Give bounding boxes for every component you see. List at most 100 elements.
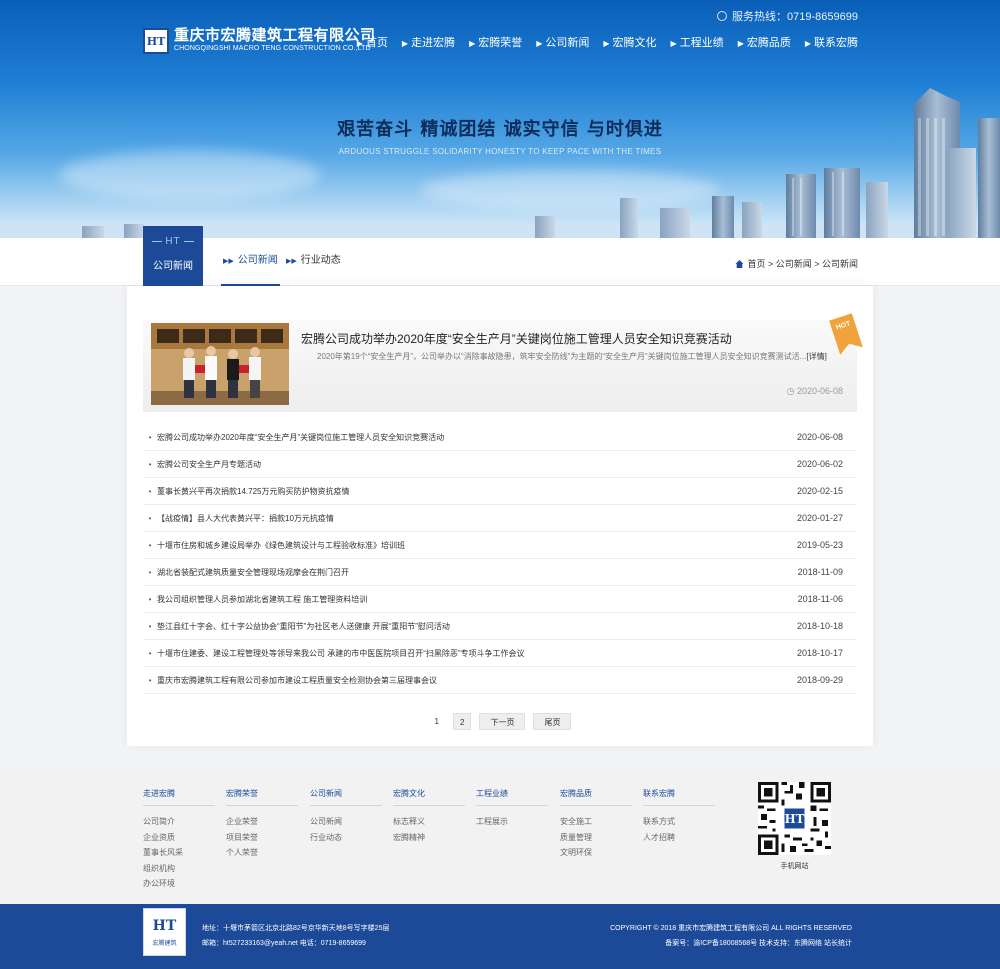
featured-news[interactable]: 宏腾公司成功举办2020年度“安全生产月”关键岗位施工管理人员安全知识竞赛活动 … [143, 320, 857, 412]
nav-quality[interactable]: ▶ 宏腾品质 [738, 34, 791, 50]
news-list-item[interactable]: • 董事长黄兴平再次捐款14.725万元购买防护物资抗疫情 2020-02-15 [143, 478, 857, 505]
news-list-item[interactable]: • 重庆市宏腾建筑工程有限公司参加市建设工程质量安全检测协会第三届理事会议 2018… [143, 667, 857, 694]
news-date: 2018-09-29 [796, 675, 843, 685]
next-page-button[interactable]: 下一页 [479, 713, 526, 730]
footer-logo-text: 宏腾建筑 [152, 941, 177, 947]
footer-link[interactable]: 质量管理 [560, 830, 632, 846]
footer-links: 走进宏腾 公司简介 企业资质 董事长风采 组织机构 办公环境 宏腾荣誉 企业荣誉… [0, 767, 1000, 904]
footer-link[interactable]: 人才招聘 [643, 830, 715, 846]
nav-contact[interactable]: ▶ 联系宏腾 [805, 34, 858, 50]
news-title[interactable]: 十堰市住房和城乡建设局举办《绿色建筑设计与工程验收标准》培训班 [157, 540, 787, 551]
footer-link[interactable]: 安全施工 [560, 814, 632, 830]
footer-link[interactable]: 办公环境 [143, 876, 215, 892]
main-nav: ▶ 首页 ▶ 走进宏腾 ▶ 宏腾荣誉 ▶ 公司新闻 ▶ 宏腾文化 ▶ 工程业绩 ▶ 宏腾品质 … [343, 34, 858, 50]
breadcrumb-text[interactable]: 首页 > 公司新闻 > 公司新闻 [747, 259, 858, 269]
news-title[interactable]: 重庆市宏腾建筑工程有限公司参加市建设工程质量安全检测协会第三届理事会议 [157, 675, 787, 686]
footer-column-title[interactable]: 宏腾文化 [393, 788, 465, 806]
summary-text: 2020年第19个“安全生产月”，公司举办以“消除事故隐患，筑牢安全防线”为主题… [317, 352, 807, 361]
nav-about[interactable]: ▶ 走进宏腾 [402, 34, 455, 50]
nav-label: 宏腾品质 [746, 37, 791, 49]
featured-news-title[interactable]: 宏腾公司成功举办2020年度“安全生产月”关键岗位施工管理人员安全知识竞赛活动 [301, 330, 732, 347]
news-list-item[interactable]: • 垫江县红十字会、红十字公益协会“重阳节”为社区老人送健康 开展“重阳节”慰问活… [143, 613, 857, 640]
footer-logo-mark: HT [152, 918, 177, 934]
news-list-item[interactable]: • 湖北省装配式建筑质量安全管理现场观摩会在荆门召开 2018-11-09 [143, 559, 857, 586]
news-title[interactable]: 宏腾公司安全生产月专题活动 [157, 459, 787, 470]
nav-projects[interactable]: ▶ 工程业绩 [671, 34, 724, 50]
home-icon [735, 260, 744, 268]
tab-company-news[interactable]: ▶▶ 公司新闻 [221, 238, 280, 286]
news-list-item[interactable]: • 十堰市住房和城乡建设局举办《绿色建筑设计与工程验收标准》培训班 2019-05-… [143, 532, 857, 559]
footer-link[interactable]: 董事长风采 [143, 845, 215, 861]
footer-link[interactable]: 个人荣誉 [226, 845, 298, 861]
nav-culture[interactable]: ▶ 宏腾文化 [603, 34, 656, 50]
arrow-right-icon: ▶ [737, 39, 744, 48]
arrow-right-icon: ▶ [356, 39, 363, 48]
last-page-button[interactable]: 尾页 [533, 713, 572, 730]
hot-badge: HOT [829, 313, 863, 355]
nav-label: 首页 [365, 37, 388, 49]
news-title[interactable]: 我公司组织管理人员参加湖北省建筑工程 施工管理资料培训 [157, 594, 787, 605]
footer-column-title[interactable]: 宏腾荣誉 [226, 788, 298, 806]
footer-link[interactable]: 公司新闻 [310, 814, 382, 830]
footer-icp[interactable]: 备案号：渝ICP备18008568号 技术支持：东腾网络 站长统计 [610, 936, 852, 951]
news-list-item[interactable]: • 我公司组织管理人员参加湖北省建筑工程 施工管理资料培训 2018-11-06 [143, 586, 857, 613]
news-date: 2020-06-08 [796, 432, 843, 442]
site-logo[interactable]: HT 重庆市宏腾建筑工程有限公司 CHONGQINGSHI MACRO TENG… [143, 27, 376, 55]
footer-column-title[interactable]: 公司新闻 [310, 788, 382, 806]
tab-industry-news[interactable]: ▶▶ 行业动态 [286, 238, 341, 286]
news-title[interactable]: 十堰市住建委、建设工程管理处等领导来我公司 承建的市中医医院项目召开“扫黑除恶”… [157, 648, 787, 659]
featured-news-photo[interactable] [151, 323, 289, 405]
footer-email-phone: 邮箱：ht527233163@yeah.net 电话：0719-8659699 [202, 940, 366, 947]
nav-label: 宏腾文化 [612, 37, 657, 49]
news-date: 2020-06-02 [796, 459, 843, 469]
footer-column-culture: 宏腾文化 标志释义 宏腾精神 [393, 788, 465, 845]
news-date: 2018-10-17 [796, 648, 843, 658]
footer-column-title[interactable]: 工程业绩 [476, 788, 548, 806]
footer-link[interactable]: 企业资质 [143, 830, 215, 846]
news-list-item[interactable]: • 宏腾公司成功举办2020年度“安全生产月”关键岗位施工管理人员安全知识竞赛活动… [143, 424, 857, 451]
news-date: 2020-02-15 [796, 486, 843, 496]
footer-column-title[interactable]: 走进宏腾 [143, 788, 215, 806]
footer-column-honors: 宏腾荣誉 企业荣誉 项目荣誉 个人荣誉 [226, 788, 298, 861]
nav-honors[interactable]: ▶ 宏腾荣誉 [469, 34, 522, 50]
news-list-item[interactable]: • 宏腾公司安全生产月专题活动 2020-06-02 [143, 451, 857, 478]
footer-link[interactable]: 企业荣誉 [226, 814, 298, 830]
group-photo-image [151, 323, 289, 405]
section-name: 公司新闻 [153, 261, 193, 272]
footer-column-title[interactable]: 宏腾品质 [560, 788, 632, 806]
footer-column-title[interactable]: 联系宏腾 [643, 788, 715, 806]
footer-link[interactable]: 联系方式 [643, 814, 715, 830]
news-list-item[interactable]: • 十堰市住建委、建设工程管理处等领导来我公司 承建的市中医医院项目召开“扫黑除恶… [143, 640, 857, 667]
double-arrow-icon: ▶▶ [286, 258, 297, 265]
news-title[interactable]: 垫江县红十字会、红十字公益协会“重阳节”为社区老人送健康 开展“重阳节”慰问活动 [157, 621, 787, 632]
footer-link[interactable]: 行业动态 [310, 830, 382, 846]
footer-link[interactable]: 文明环保 [560, 845, 632, 861]
footer-link[interactable]: 项目荣誉 [226, 830, 298, 846]
read-more-link[interactable]: [详情] [806, 352, 826, 361]
breadcrumb: 首页 > 公司新闻 > 公司新闻 [735, 257, 858, 270]
footer-link[interactable]: 宏腾精神 [393, 830, 465, 846]
news-title[interactable]: 【战疫情】县人大代表黄兴平：捐款10万元抗疫情 [157, 513, 787, 524]
news-list-item[interactable]: • 【战疫情】县人大代表黄兴平：捐款10万元抗疫情 2020-01-27 [143, 505, 857, 532]
page-2-button[interactable]: 2 [453, 713, 472, 730]
pagination: 1 2 下一页 尾页 [127, 713, 873, 730]
hotline-text: 服务热线：0719-8659699 [732, 11, 858, 23]
footer-link[interactable]: 公司简介 [143, 814, 215, 830]
qr-logo-text: HT [785, 812, 805, 826]
footer-column-about: 走进宏腾 公司简介 企业资质 董事长风采 组织机构 办公环境 [143, 788, 215, 892]
news-title[interactable]: 湖北省装配式建筑质量安全管理现场观摩会在荆门召开 [157, 567, 787, 578]
footer-column-projects: 工程业绩 工程展示 [476, 788, 548, 830]
footer-link[interactable]: 工程展示 [476, 814, 548, 830]
footer-link[interactable]: 组织机构 [143, 861, 215, 877]
bullet-icon: • [148, 486, 152, 496]
nav-home[interactable]: ▶ 首页 [357, 34, 388, 50]
featured-news-summary: 2020年第19个“安全生产月”，公司举办以“消除事故隐患，筑牢安全防线”为主题… [301, 350, 845, 364]
copyright-bar: HT 宏腾建筑 地址：十堰市茅箭区北京北路82号京华新天地8号写字楼25层 邮箱… [0, 904, 1000, 969]
nav-news[interactable]: ▶ 公司新闻 [536, 34, 589, 50]
logo-mark: HT [143, 28, 169, 54]
footer-link[interactable]: 标志释义 [393, 814, 465, 830]
bullet-icon: • [148, 540, 152, 550]
news-title[interactable]: 董事长黄兴平再次捐款14.725万元购买防护物资抗疫情 [157, 486, 787, 497]
page-1-button[interactable]: 1 [429, 713, 445, 730]
news-title[interactable]: 宏腾公司成功举办2020年度“安全生产月”关键岗位施工管理人员安全知识竞赛活动 [157, 432, 787, 443]
